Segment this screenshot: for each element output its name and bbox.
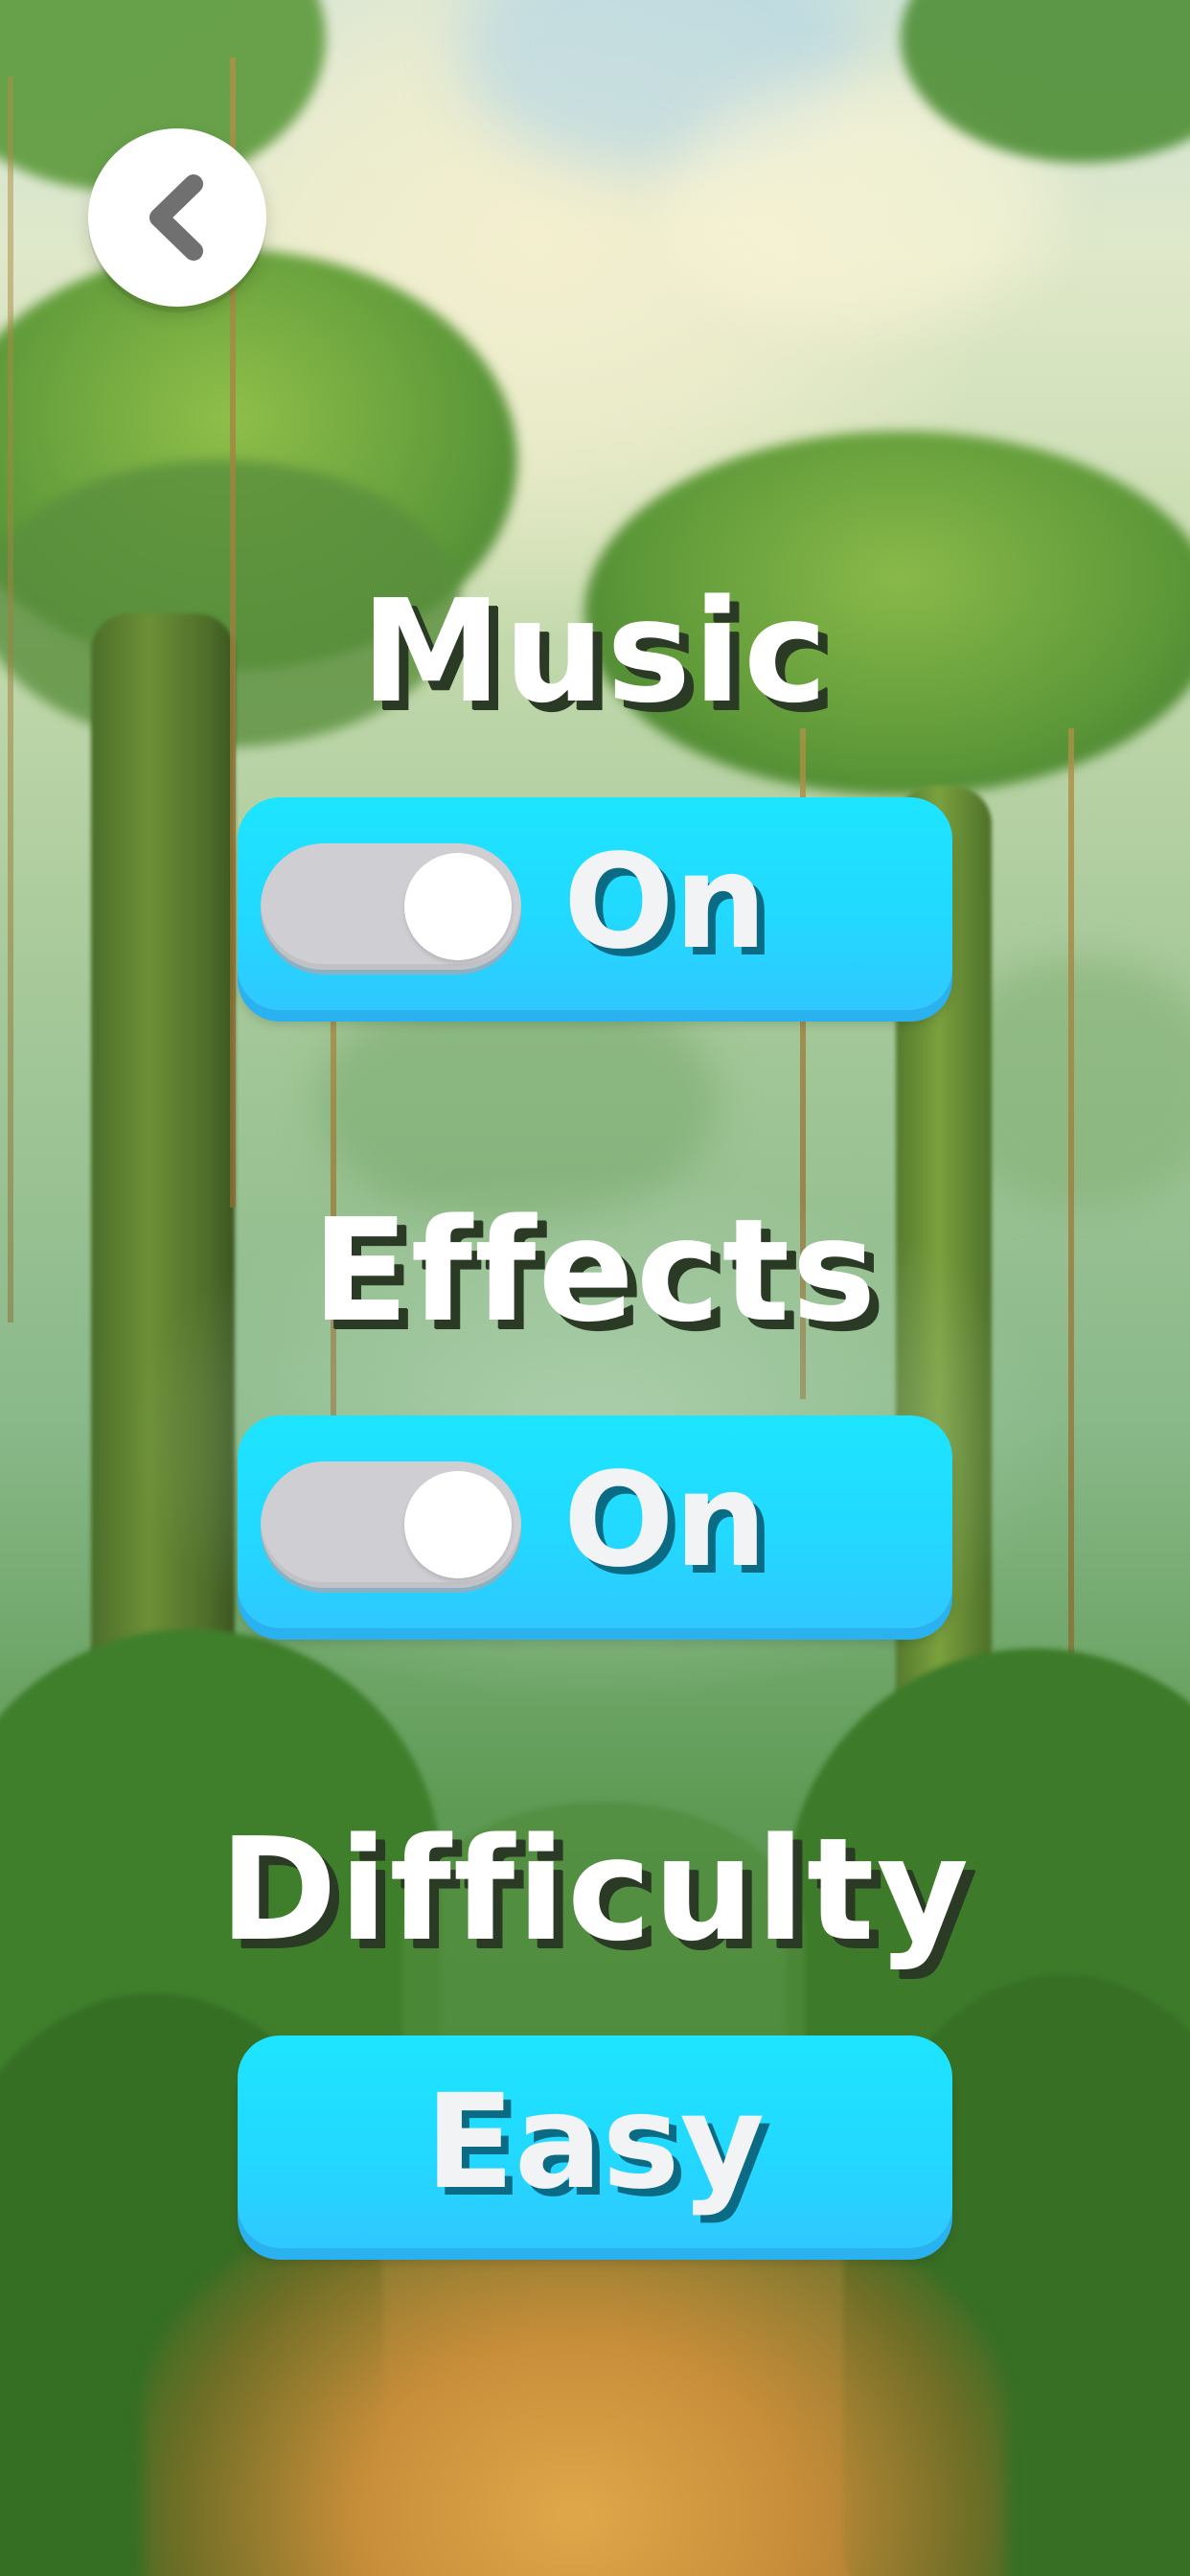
difficulty-button[interactable]: Easy [238, 2036, 952, 2248]
effects-label: Effects [311, 1188, 879, 1353]
music-toggle-switch[interactable] [261, 843, 521, 970]
difficulty-value-text: Easy [424, 2067, 766, 2219]
effects-toggle-knob [404, 1471, 512, 1578]
music-toggle-knob [404, 853, 512, 960]
music-state-text: On [563, 827, 767, 978]
chevron-left-icon [144, 174, 211, 261]
music-label: Music [360, 569, 830, 734]
difficulty-label: Difficulty [218, 1807, 972, 1972]
effects-state-text: On [563, 1445, 767, 1597]
effects-toggle-button[interactable]: On [238, 1415, 952, 1628]
music-toggle-button[interactable]: On [238, 797, 952, 1010]
back-button[interactable] [88, 128, 266, 307]
effects-toggle-switch[interactable] [261, 1461, 521, 1588]
